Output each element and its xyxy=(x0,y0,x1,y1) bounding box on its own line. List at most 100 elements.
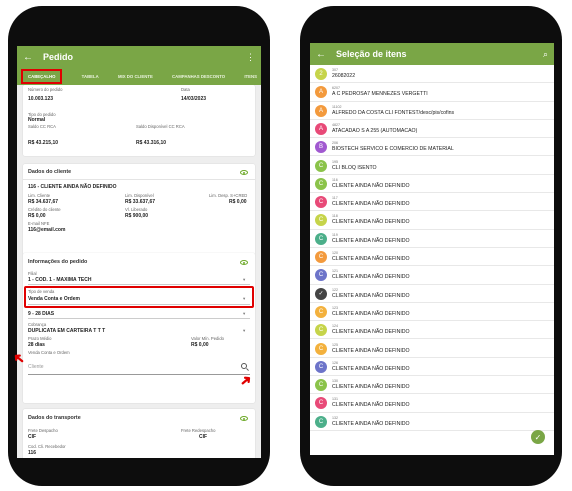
cobranca-select[interactable]: DUPLICATA EM CARTEIRA T T T xyxy=(28,328,105,334)
eye-icon[interactable] xyxy=(240,260,248,265)
frete-red-value: CIF xyxy=(199,434,208,440)
saldo-disp-value: R$ 43.316,10 xyxy=(136,140,167,146)
prazo-label: Prazo Médio xyxy=(28,336,52,341)
item-name: CLIENTE AINDA NÃO DEFINIDO xyxy=(332,384,410,391)
list-item[interactable]: C 124 CLIENTE AINDA NÃO DEFINIDO xyxy=(310,321,554,340)
selecao-itens-screen: ← Seleção de itens ⌕ 2 307 26082022 A 6207 A … xyxy=(310,43,554,455)
search-icon[interactable] xyxy=(241,363,247,369)
item-name: 26082022 xyxy=(332,73,356,79)
email-label: E-mail NFE xyxy=(28,221,50,226)
filial-underline xyxy=(28,284,250,285)
check-icon[interactable]: ✓ xyxy=(531,430,545,444)
list-item[interactable]: C 117 CLIENTE AINDA NÃO DEFINIDO xyxy=(310,193,554,212)
valor-min-value: R$ 0,00 xyxy=(191,342,209,348)
chevron-down-icon[interactable]: ▾ xyxy=(243,311,245,317)
list-item[interactable]: C 116 CLIENTE AINDA NÃO DEFINIDO xyxy=(310,175,554,194)
avatar: C xyxy=(315,397,327,410)
avatar: C xyxy=(315,324,327,337)
eye-icon[interactable] xyxy=(240,416,248,421)
valor-min-label: Valor Mín. Pedido xyxy=(191,336,224,341)
search-icon[interactable]: ⌕ xyxy=(543,49,548,60)
item-name: CLIENTE AINDA NÃO DEFINIDO xyxy=(332,201,410,208)
item-code: 126 xyxy=(332,360,338,365)
cod-recebedor-label: Cod. Cli. Recebedor xyxy=(28,444,66,449)
pedido-card: Informações do pedido Filial 1 - COD. 1 … xyxy=(23,253,255,403)
tab-campanhas-desconto[interactable]: CAMPANHAS DESCONTO xyxy=(172,74,225,79)
lim-disp-label: Lim. Disponível xyxy=(125,193,154,198)
list-item[interactable]: 2 307 26082022 xyxy=(310,65,554,84)
item-name: CLIENTE AINDA NÃO DEFINIDO xyxy=(332,402,410,409)
list-item[interactable]: C 132 CLIENTE AINDA NÃO DEFINIDO xyxy=(310,413,554,431)
list-item[interactable]: C 118 CLIENTE AINDA NÃO DEFINIDO xyxy=(310,211,554,230)
cliente-card-title: Dados do cliente xyxy=(28,169,72,175)
item-code: 307 xyxy=(332,68,338,72)
credito-label: Crédito do cliente xyxy=(28,207,61,212)
list-item[interactable]: C 119 CLIENTE AINDA NÃO DEFINIDO xyxy=(310,230,554,248)
lim-disp-value: R$ 33.637,67 xyxy=(125,199,156,205)
arrow-left-icon[interactable]: ← xyxy=(23,52,33,63)
credito-value: R$ 0,00 xyxy=(28,213,46,219)
item-code: 6207 xyxy=(332,86,340,91)
item-code: 122 xyxy=(332,287,338,292)
tab-mix-do-cliente[interactable]: MIX DO CLIENTE xyxy=(118,74,153,79)
item-code: 195 xyxy=(332,159,338,164)
list-item[interactable]: C 195 CLI BLOQ ISENTO xyxy=(310,157,554,175)
app-bar: ← Seleção de itens ⌕ xyxy=(310,43,554,65)
email-value: 116@email.com xyxy=(28,227,66,233)
prazo-value: 28 dias xyxy=(28,342,45,348)
vl-liberado-value: R$ 900,00 xyxy=(125,213,149,219)
list-item[interactable]: A 6207 A C PEDROSA7 MENNEZES VERGETTI xyxy=(310,83,554,102)
list-item[interactable]: C 125 CLIENTE AINDA NÃO DEFINIDO xyxy=(310,340,554,358)
list-item[interactable]: C 130 CLIENTE AINDA NÃO DEFINIDO xyxy=(310,376,554,395)
cliente-search-input[interactable]: Cliente xyxy=(28,364,44,370)
highlight-box-tipo-venda xyxy=(24,286,254,308)
item-code: 117 xyxy=(332,196,338,201)
venda-conta-ordem-label: Venda Conta e Ordem xyxy=(28,350,70,355)
eye-icon[interactable] xyxy=(240,170,248,175)
chevron-down-icon[interactable]: ▾ xyxy=(243,277,245,283)
client-list: 2 307 26082022 A 6207 A C PEDROSA7 MENNEZES V… xyxy=(310,65,554,455)
chevron-down-icon[interactable]: ▾ xyxy=(243,328,245,334)
tab-cabecalho[interactable]: CABEÇALHO xyxy=(21,69,63,84)
item-code: 124 xyxy=(332,324,338,329)
plano-select[interactable]: 9 - 28 DIAS xyxy=(28,311,54,317)
list-item[interactable]: C 120 CLIENTE AINDA NÃO DEFINIDO xyxy=(310,248,554,267)
filial-select[interactable]: 1 - COD. 1 - MAXIMA TECH xyxy=(28,277,91,283)
item-name: CLIENTE AINDA NÃO DEFINIDO xyxy=(332,182,410,189)
item-name: ALFREDO DA COSTA CLI FONTEST/desc/pis/co… xyxy=(332,109,455,116)
pedido-screen: ← Pedido ⋮ CABEÇALHO TABELA MIX DO CLIEN… xyxy=(17,46,261,458)
item-name: CLI BLOQ ISENTO xyxy=(332,164,377,171)
item-code: 123 xyxy=(332,305,338,310)
list-item[interactable]: C 121 CLIENTE AINDA NÃO DEFINIDO xyxy=(310,266,554,285)
avatar: C xyxy=(315,379,327,392)
more-vertical-icon[interactable]: ⋮ xyxy=(246,52,255,63)
cliente-underline xyxy=(28,374,250,375)
avatar: C xyxy=(315,214,327,227)
tab-tabela[interactable]: TABELA xyxy=(82,74,99,79)
page-title: Pedido xyxy=(43,52,74,62)
item-name: ATACADAO S A 255 (AUTOMACAO) xyxy=(332,127,418,134)
cobranca-label: Cobrança xyxy=(28,322,47,327)
item-code: 131 xyxy=(332,397,338,402)
list-item[interactable]: B 206 BIOSTECH SERVICO E COMERCIO DE MATER… xyxy=(310,138,554,157)
item-name: CLIENTE AINDA NÃO DEFINIDO xyxy=(332,237,410,244)
list-item[interactable]: A 4827 ATACADAO S A 255 (AUTOMACAO) xyxy=(310,120,554,139)
data-label: Data xyxy=(181,87,190,92)
list-item[interactable]: C 123 CLIENTE AINDA NÃO DEFINIDO xyxy=(310,303,554,322)
cod-recebedor-value: 116 xyxy=(28,450,37,456)
phone-left: ← Pedido ⋮ CABEÇALHO TABELA MIX DO CLIEN… xyxy=(8,6,270,486)
list-item[interactable]: C 131 CLIENTE AINDA NÃO DEFINIDO xyxy=(310,394,554,413)
lim-cliente-label: Lim. Cliente xyxy=(28,193,51,198)
tab-itens[interactable]: ITENS xyxy=(244,74,257,79)
lim-desp-label: Lim. Desp. S+CRED xyxy=(209,193,248,198)
list-item[interactable]: ✓ 122 CLIENTE AINDA NÃO DEFINIDO xyxy=(310,285,554,303)
item-name: CLIENTE AINDA NÃO DEFINIDO xyxy=(332,365,410,372)
item-code: 125 xyxy=(332,342,338,347)
arrow-left-icon[interactable]: ← xyxy=(316,49,326,60)
list-item[interactable]: C 126 CLIENTE AINDA NÃO DEFINIDO xyxy=(310,358,554,377)
list-item[interactable]: A 11102 ALFREDO DA COSTA CLI FONTEST/desc/… xyxy=(310,102,554,120)
vl-liberado-label: Vl. Liberado xyxy=(125,207,148,212)
avatar: C xyxy=(315,269,327,282)
item-name: CLIENTE AINDA NÃO DEFINIDO xyxy=(332,329,410,336)
item-code: 130 xyxy=(332,379,338,384)
